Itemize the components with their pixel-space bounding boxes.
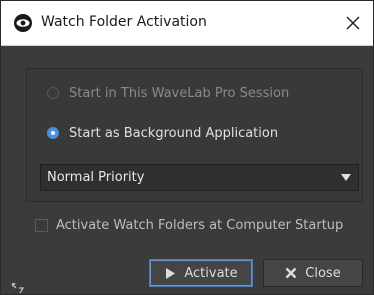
startup-checkbox-label: Activate Watch Folders at Computer Start… <box>56 217 344 233</box>
watch-folder-activation-dialog: Watch Folder Activation Start in This Wa… <box>0 0 374 295</box>
activate-button-label: Activate <box>184 265 238 281</box>
close-button[interactable]: Close <box>263 259 363 287</box>
radio-label-this-session: Start in This WaveLab Pro Session <box>69 85 290 101</box>
startup-checkbox[interactable] <box>35 218 48 232</box>
window-title: Watch Folder Activation <box>41 14 207 30</box>
close-icon[interactable] <box>339 9 367 37</box>
startup-checkbox-row[interactable]: Activate Watch Folders at Computer Start… <box>35 215 343 235</box>
title-bar: Watch Folder Activation <box>1 1 373 46</box>
dropdown-arrow-icon <box>341 174 351 181</box>
resize-grip-icon[interactable] <box>11 279 25 294</box>
close-x-icon <box>285 267 297 279</box>
radio-button-unselected[interactable] <box>47 87 59 99</box>
priority-select-value: Normal Priority <box>47 170 145 185</box>
radio-start-background[interactable]: Start as Background Application <box>47 123 278 143</box>
eye-icon <box>13 13 33 33</box>
close-button-label: Close <box>305 265 341 281</box>
priority-select[interactable]: Normal Priority <box>40 164 359 191</box>
radio-button-selected[interactable] <box>47 127 59 139</box>
radio-label-background: Start as Background Application <box>69 125 279 141</box>
radio-start-this-session[interactable]: Start in This WaveLab Pro Session <box>47 83 289 103</box>
play-icon <box>164 267 176 279</box>
activate-button[interactable]: Activate <box>149 259 253 287</box>
